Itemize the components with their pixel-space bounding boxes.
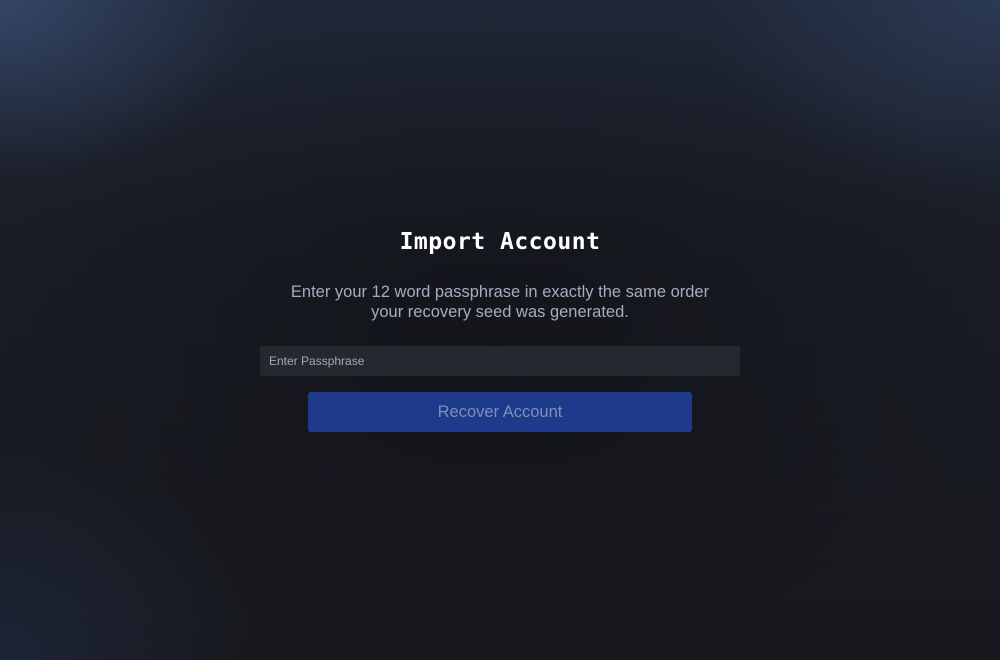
instructions-line-1: Enter your 12 word passphrase in exactly…	[290, 283, 710, 301]
passphrase-input[interactable]	[260, 346, 740, 376]
page-title: Import Account	[399, 229, 601, 255]
import-account-panel: Import Account Enter your 12 word passph…	[260, 226, 740, 432]
background-vignette	[0, 0, 1000, 660]
recover-account-button[interactable]: Recover Account	[308, 392, 692, 432]
instructions-text: Enter your 12 word passphrase in exactly…	[260, 282, 740, 322]
instructions-line-2: your recovery seed was generated.	[371, 303, 629, 321]
